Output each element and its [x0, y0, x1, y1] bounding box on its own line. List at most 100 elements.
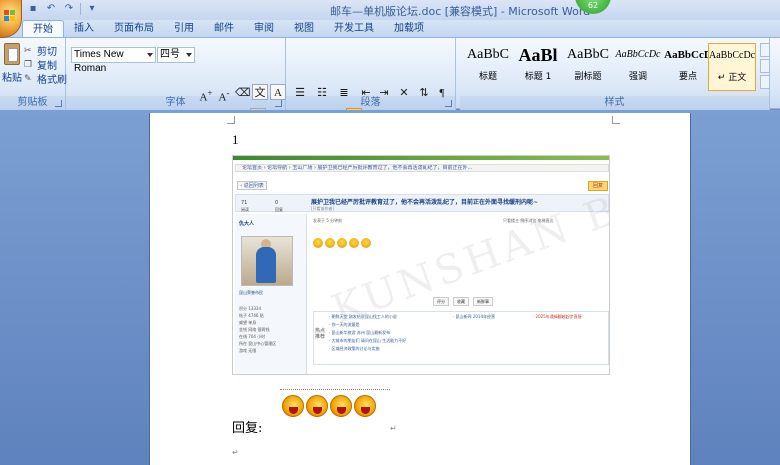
forum-favorite-button: 收藏 [453, 297, 469, 306]
styles-scroll-up-icon[interactable] [760, 43, 770, 57]
forum-author-name: 仇大人 [239, 221, 255, 227]
forum-recommend-link: · 区域经济政策的讨论与实施 [329, 346, 380, 351]
tab-home[interactable]: 开始 [22, 20, 64, 38]
style-name: 标题 1 [524, 72, 552, 82]
style-emphasis[interactable]: AaBbCcDc 强调 [614, 43, 662, 91]
undo-icon[interactable]: ↶ [44, 2, 58, 16]
forum-user-info: 游戏 无限 [239, 348, 257, 353]
styles-group-label: 样式 [460, 96, 769, 110]
qat-divider [80, 3, 81, 15]
font-name-dropdown[interactable]: Times New Roman [71, 47, 156, 74]
show-marks-button[interactable]: ¶ [434, 84, 450, 100]
emoji-icon [325, 238, 335, 248]
style-name: 要点 [678, 72, 697, 82]
style-sample: AaBbCcD [664, 49, 712, 61]
copy-button[interactable]: ❐ 复制 [24, 57, 57, 73]
style-sample: AaBl [518, 45, 558, 65]
bullets-button[interactable]: ☰ [292, 84, 308, 100]
embedded-forum-screenshot[interactable]: 论坛首页 › 论坛导航 › 玉山广场 › 展护卫我已经严厉批评教育过了，他不会再… [232, 155, 610, 375]
scissors-icon: ✂ [24, 45, 32, 56]
forum-back-button: ‹ 返回列表 [237, 181, 267, 190]
styles-more-icon[interactable] [760, 75, 770, 89]
avatar-body [256, 247, 276, 283]
tab-references[interactable]: 引用 [164, 20, 204, 38]
forum-header-bar [233, 156, 609, 160]
copy-icon: ❐ [24, 59, 33, 70]
tab-addins[interactable]: 加载项 [384, 20, 434, 38]
dotted-divider [280, 389, 390, 390]
grow-font-button[interactable]: A+ [198, 84, 214, 104]
forum-recommend-link: · 2025年通缉翻越起步直接 [533, 314, 582, 319]
styles-scroll-down-icon[interactable] [760, 59, 770, 73]
style-name: 强调 [628, 72, 647, 82]
forum-user-info: 威望 单身 [239, 320, 257, 325]
title-bar: ▪ ↶ ↷ ▾ 邮车—单机版论坛.doc [兼容模式] - Microsoft … [0, 0, 780, 20]
forum-watermark: KUNSHAN BBS [326, 164, 610, 334]
style-heading-1[interactable]: AaBl 标题 1 [514, 43, 562, 91]
ribbon: 粘贴 ✂ 剪切 ❐ 复制 ✎ 格式刷 剪贴板 字体 Times New Roman 四… [0, 37, 780, 128]
laughing-emoji-icon [306, 395, 328, 417]
style-subtitle[interactable]: AaBbC 副标题 [564, 43, 612, 91]
chinese-layout-button[interactable]: ✕ [396, 84, 412, 100]
forum-recommend-link: · 昆山新华旅游 苏州 昆山最新发布 [329, 330, 391, 335]
forum-user-info: 所在 昆山中心管理区 [239, 341, 277, 346]
copy-label: 复制 [37, 61, 57, 72]
tab-review[interactable]: 审阅 [244, 20, 284, 38]
style-sample: AaBbCcDc [709, 50, 755, 61]
phonetic-guide-button[interactable]: 文 [252, 84, 268, 100]
forum-title-sub: [只看该作者] [311, 206, 335, 211]
chevron-down-icon [186, 53, 192, 57]
forum-replies-count: 0 [275, 200, 279, 206]
tab-insert[interactable]: 插入 [64, 20, 104, 38]
forum-post-meta: 发表于 5 分钟前 [313, 218, 343, 223]
forum-recommend-link: · 昆山新闻 2014年经营 [453, 314, 495, 319]
font-size-value: 四号 [160, 49, 180, 60]
clipboard-launcher-icon[interactable] [55, 100, 62, 107]
redo-icon[interactable]: ↷ [62, 2, 76, 16]
forum-avatar [241, 236, 293, 286]
office-logo-icon [4, 10, 15, 21]
shrink-font-button[interactable]: A- [216, 84, 232, 104]
tab-developer[interactable]: 开发工具 [324, 20, 384, 38]
clear-format-button[interactable]: ⌫ [234, 84, 252, 100]
emoji-icon [337, 238, 347, 248]
forum-emoji-row [313, 238, 371, 248]
format-painter-button[interactable]: ✎ 格式刷 [24, 71, 67, 87]
forum-breadcrumb: 论坛首页 › 论坛导航 › 玉山广场 › 展护卫我已经严厉批评教育过了，他不会再… [235, 164, 609, 172]
paste-button[interactable]: 粘贴 [2, 43, 22, 89]
decrease-indent-button[interactable]: ⇤ [358, 84, 374, 100]
tab-view[interactable]: 视图 [284, 20, 324, 38]
brush-icon: ✎ [24, 73, 32, 84]
save-icon[interactable]: ▪ [26, 2, 40, 16]
style-sample: AaBbCcDc [615, 49, 661, 60]
paragraph-launcher-icon[interactable] [445, 100, 452, 107]
forum-share-button: 新鲜事 [473, 297, 493, 306]
tab-page-layout[interactable]: 页面布局 [104, 20, 164, 38]
style-normal[interactable]: AaBbCcDc ↵ 正文 [708, 43, 756, 91]
style-title[interactable]: AaBbC 标题 [464, 43, 512, 91]
forum-views-label: 阅读 [241, 207, 249, 212]
forum-recommend-link: · 大城市的朋友们 请问在昆山 生活能力不好 [329, 338, 407, 343]
reply-label: 回复: [232, 421, 263, 436]
numbering-button[interactable]: ☷ [314, 84, 330, 100]
forum-post-actions: 评分 收藏 新鲜事 [433, 297, 493, 306]
cut-button[interactable]: ✂ 剪切 [24, 43, 57, 59]
font-size-dropdown[interactable]: 四号 [157, 47, 195, 63]
laughing-emoji-icon [282, 395, 304, 417]
multilevel-list-button[interactable]: ≣ [336, 84, 352, 100]
quick-access-toolbar: ▪ ↶ ↷ ▾ [26, 2, 99, 16]
char-border-button[interactable]: A [270, 84, 286, 100]
font-launcher-icon[interactable] [275, 100, 282, 107]
increase-indent-button[interactable]: ⇥ [376, 84, 392, 100]
sort-button[interactable]: ⇅ [416, 84, 432, 100]
forum-user-info: 在线 704 小时 [239, 334, 266, 339]
tab-mailings[interactable]: 邮件 [204, 20, 244, 38]
laughing-emoji-icon [354, 395, 376, 417]
style-strong[interactable]: AaBbCcD 要点 [664, 43, 712, 91]
qat-customize-icon[interactable]: ▾ [85, 2, 99, 16]
cut-label: 剪切 [37, 47, 57, 58]
window-title: 邮车—单机版论坛.doc [兼容模式] - Microsoft Word [330, 5, 591, 18]
forum-thread-title: 展护卫我已经严厉批评教育过了，他不会再活泼乱纪了，目前正在外面寻找缓刑内呢~ [311, 199, 539, 206]
forum-user-info: 积分 13334 [239, 306, 261, 311]
paste-icon [4, 43, 20, 65]
